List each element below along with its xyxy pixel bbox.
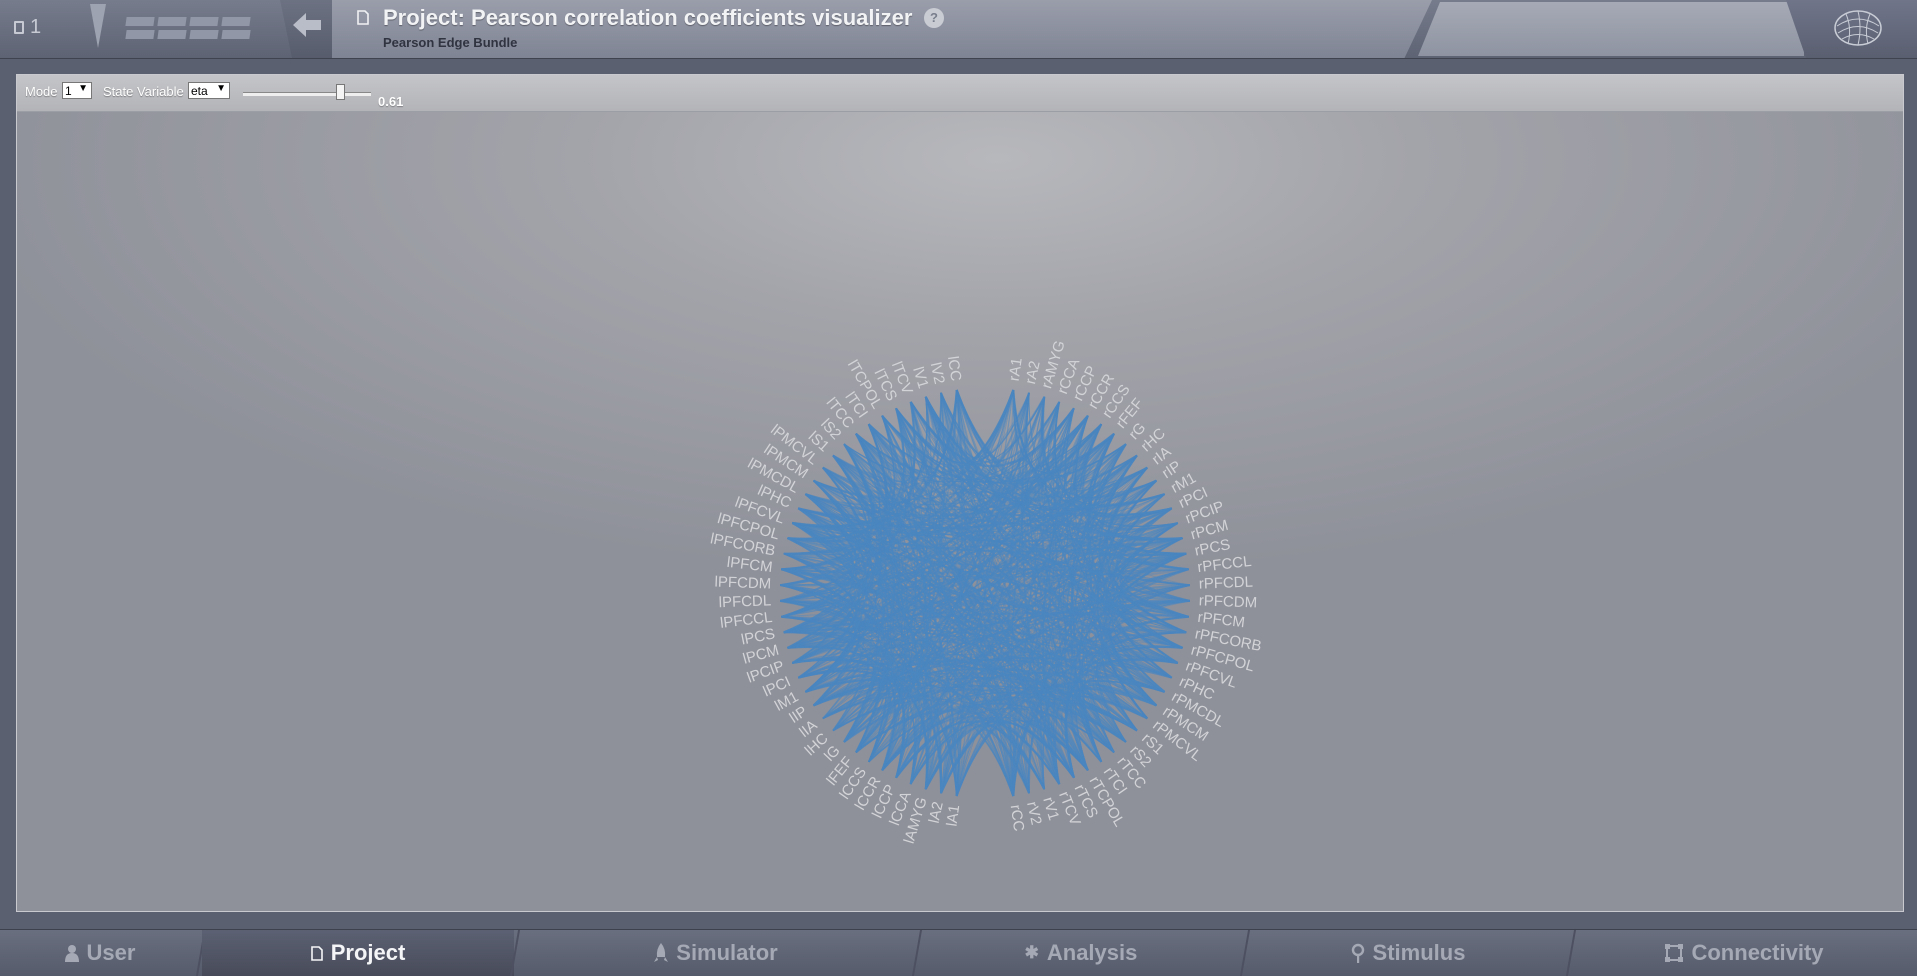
menu-tiles[interactable] [125,17,258,41]
tab-analysis-label: Analysis [1046,940,1138,965]
menu-tile-icon[interactable] [125,30,155,39]
project-count[interactable]: 1 [14,16,41,39]
tab-stimulus-label: Stimulus [1372,940,1466,965]
mode-select-value: 1 [65,84,72,98]
header-right-panel [1418,2,1804,56]
menu-tile-icon[interactable] [125,17,155,26]
menu-tile-icon[interactable] [189,30,219,39]
document-icon [357,10,369,25]
state-variable-value: eta [191,84,208,98]
user-icon [64,945,79,962]
region-label[interactable]: lPFCDM [714,573,771,592]
threshold-slider-track[interactable] [243,92,371,96]
tab-user-label: User [86,940,136,965]
document-icon [310,945,323,961]
region-label[interactable]: rPFCDL [1198,574,1253,593]
tab-analysis[interactable]: ✱ Analysis [918,930,1244,976]
viewer-toolbar: Mode 1 ▼ State Variable eta ▼ 0.61 [17,75,1903,112]
region-label[interactable]: lPFCDL [718,592,771,611]
tab-project-label: Project [330,940,406,965]
project-menu-toggle[interactable] [90,4,106,48]
menu-tile-icon[interactable] [189,17,219,26]
gear-icon: ✱ [1024,943,1039,962]
tab-simulator[interactable]: Simulator [516,930,916,976]
menu-tile-icon[interactable] [221,17,251,26]
pin-icon [1351,943,1364,963]
rocket-icon [654,943,669,962]
network-icon [1665,944,1684,962]
region-label[interactable]: rPFCDM [1198,592,1257,611]
tab-simulator-label: Simulator [676,940,778,965]
tab-project[interactable]: Project [202,930,514,976]
document-icon [14,21,24,34]
page-subtitle: Pearson Edge Bundle [383,35,518,50]
page-title: Project: Pearson correlation coefficient… [383,5,913,30]
region-label[interactable]: lCC [944,355,964,382]
threshold-slider-handle[interactable] [336,84,346,100]
tab-connectivity-label: Connectivity [1691,940,1824,965]
edge-bundle-edges [779,389,1191,797]
back-arrow-icon[interactable] [293,12,323,38]
menu-tile-icon[interactable] [157,30,187,39]
chevron-down-icon: ▼ [78,83,88,94]
help-icon[interactable]: ? [924,8,944,28]
tab-stimulus[interactable]: Stimulus [1246,930,1570,976]
state-variable-select[interactable]: eta ▼ [188,82,230,99]
brain-icon[interactable] [1832,6,1884,50]
edge-bundle-chart[interactable]: rA1rA2rAMYGrCCArCCPrCCRrCCSrFEFrGrHCrIAr… [17,111,1903,911]
top-bar: 1 Project: Pearson correlation coefficie… [0,0,1917,59]
menu-tile-icon[interactable] [157,17,187,26]
state-variable-label: State Variable [103,84,184,99]
chevron-down-icon: ▼ [216,83,226,94]
mode-select[interactable]: 1 ▼ [62,82,92,99]
tab-connectivity[interactable]: Connectivity [1572,930,1917,976]
tab-user[interactable]: User [0,930,200,976]
region-label[interactable]: rCC [1007,804,1028,833]
mode-label: Mode [25,84,58,99]
visualizer-panel: Mode 1 ▼ State Variable eta ▼ 0.61 rA1 rA… [16,74,1904,912]
region-label[interactable]: lA1 [943,804,963,828]
menu-tile-icon[interactable] [221,30,251,39]
threshold-value: 0.61 [378,94,404,109]
bottom-nav: User Project Simulator ✱ Analysis Stimul… [0,929,1917,976]
project-count-value: 1 [30,16,42,38]
